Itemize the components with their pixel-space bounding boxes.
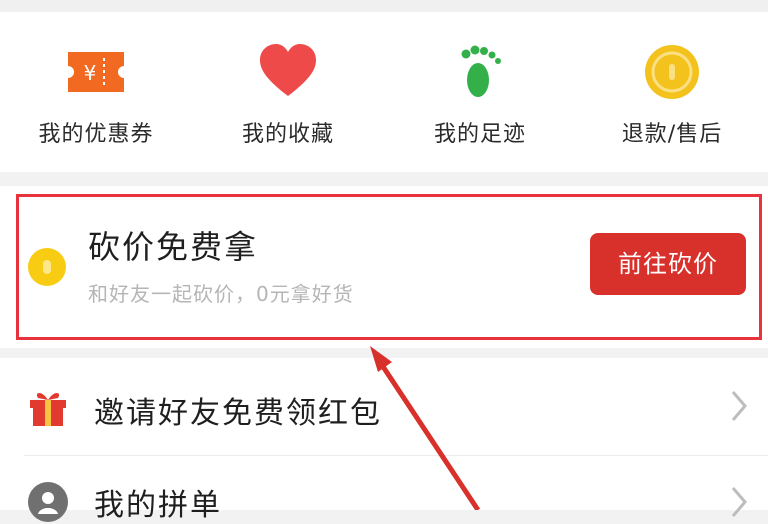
quick-actions-panel: ¥ 我的优惠券 我的收藏 我的足迹 退款/售后: [0, 12, 768, 172]
footprint-icon: [461, 45, 501, 97]
quick-action-footprints[interactable]: 我的足迹: [384, 12, 576, 172]
coupon-label: 我的优惠券: [38, 122, 154, 147]
coin-icon: [28, 248, 66, 286]
gift-icon: [30, 393, 66, 426]
list-item-invite-friends[interactable]: 邀请好友免费领红包: [0, 358, 768, 456]
refund-label: 退款/售后: [621, 122, 723, 147]
coupon-icon: ¥: [68, 52, 124, 92]
chevron-right-icon: [731, 487, 747, 517]
bargain-title: 砍价免费拿: [88, 228, 259, 266]
chevron-right-icon: [731, 391, 747, 421]
top-strip: [0, 0, 768, 12]
favorites-label: 我的收藏: [241, 122, 334, 147]
quick-action-refund[interactable]: 退款/售后: [576, 12, 768, 172]
invite-friends-label: 邀请好友免费领红包: [94, 396, 382, 431]
group-orders-label: 我的拼单: [94, 488, 222, 523]
group-icon: [28, 482, 68, 522]
svg-text:¥: ¥: [84, 61, 97, 85]
quick-action-favorites[interactable]: 我的收藏: [192, 12, 384, 172]
footprints-label: 我的足迹: [433, 122, 526, 147]
refund-coin-icon: [645, 45, 699, 99]
quick-action-coupons[interactable]: ¥ 我的优惠券: [0, 12, 192, 172]
bargain-subtitle: 和好友一起砍价，0元拿好货: [88, 282, 354, 306]
go-bargain-button[interactable]: 前往砍价: [590, 233, 746, 295]
list-item-group-orders[interactable]: 我的拼单: [0, 456, 768, 523]
heart-icon: [260, 44, 316, 96]
